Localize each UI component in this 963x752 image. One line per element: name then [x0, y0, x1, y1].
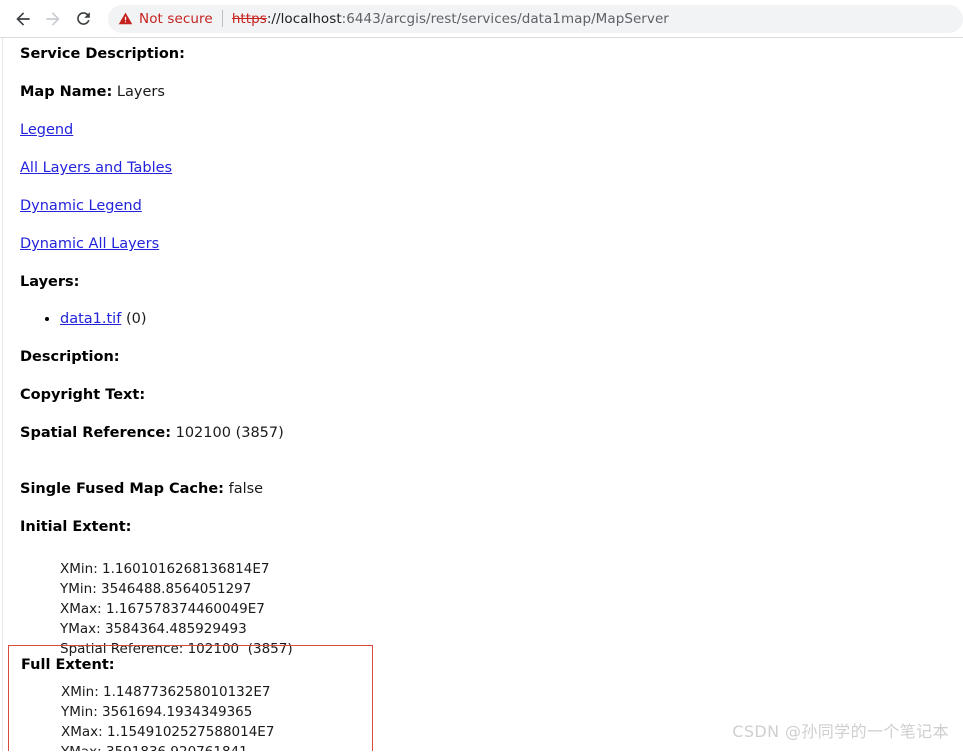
- description-label: Description:: [20, 349, 120, 366]
- single-fused-map-cache-label: Single Fused Map Cache:: [20, 481, 224, 498]
- full-extent-ymin: YMin: 3561694.1934349365: [61, 703, 253, 720]
- spatial-reference-value: 102100 (3857): [175, 425, 284, 442]
- url-path: :6443/arcgis/rest/services/data1map/MapS…: [341, 10, 669, 27]
- initial-extent-xmax: XMax: 1.167578374460049E7: [60, 601, 265, 618]
- omnibox-divider: [221, 10, 223, 27]
- spatial-reference-label: Spatial Reference:: [20, 425, 171, 442]
- dynamic-all-layers-link-row: Dynamic All Layers: [20, 234, 963, 255]
- initial-extent-label: Initial Extent:: [20, 519, 132, 536]
- layer-link-data1-tif[interactable]: data1.tif: [60, 311, 121, 327]
- description-heading: Description:: [20, 347, 963, 368]
- layers-heading: Layers:: [20, 272, 963, 293]
- copyright-text-heading: Copyright Text:: [20, 385, 963, 406]
- map-name-value: Layers: [116, 84, 165, 101]
- page-viewport: Service Description: Map Name: Layers Le…: [0, 38, 963, 751]
- full-extent-heading: Full Extent:: [21, 657, 372, 673]
- full-extent-label: Full Extent:: [21, 657, 115, 673]
- back-button[interactable]: [8, 4, 38, 34]
- dynamic-legend-link[interactable]: Dynamic Legend: [20, 198, 142, 214]
- forward-arrow-icon: [46, 11, 60, 26]
- initial-extent-heading: Initial Extent:: [20, 517, 963, 538]
- dynamic-all-layers-link[interactable]: Dynamic All Layers: [20, 236, 159, 252]
- security-status-chip[interactable]: Not secure: [118, 11, 222, 27]
- layers-list: data1.tif (0): [20, 309, 963, 330]
- full-extent-highlight-box: Full Extent: XMin: 1.1487736258010132E7 …: [8, 645, 373, 751]
- back-arrow-icon: [16, 11, 30, 26]
- address-bar[interactable]: Not secure https://localhost:6443/arcgis…: [108, 4, 963, 33]
- initial-extent-ymax: YMax: 3584364.485929493: [60, 621, 247, 638]
- list-item: data1.tif (0): [60, 309, 963, 330]
- service-description-label: Service Description:: [20, 46, 185, 62]
- initial-extent-ymin: YMin: 3546488.8564051297: [60, 581, 252, 598]
- full-extent-xmin: XMin: 1.1487736258010132E7: [61, 684, 271, 700]
- service-description-document: Service Description: Map Name: Layers Le…: [0, 38, 963, 660]
- all-layers-and-tables-link-row: All Layers and Tables: [20, 158, 963, 179]
- full-extent-values: XMin: 1.1487736258010132E7 YMin: 3561694…: [21, 681, 372, 751]
- copyright-text-label: Copyright Text:: [20, 387, 146, 404]
- legend-link-row: Legend: [20, 120, 963, 141]
- layers-label: Layers:: [20, 274, 80, 291]
- single-fused-map-cache-row: Single Fused Map Cache: false: [20, 479, 963, 500]
- spatial-reference-row: Spatial Reference: 102100 (3857): [20, 423, 963, 444]
- layer-id: (0): [125, 311, 147, 328]
- browser-toolbar: Not secure https://localhost:6443/arcgis…: [0, 0, 963, 38]
- dynamic-legend-link-row: Dynamic Legend: [20, 196, 963, 217]
- legend-link[interactable]: Legend: [20, 122, 73, 138]
- url-text[interactable]: https://localhost:6443/arcgis/rest/servi…: [232, 11, 669, 27]
- warning-triangle-icon: [118, 12, 133, 25]
- full-extent-xmax: XMax: 1.1549102527588014E7: [61, 723, 275, 740]
- url-scheme: https: [231, 10, 267, 27]
- watermark: CSDN @孙同学的一个笔记本: [732, 722, 949, 741]
- reload-icon: [76, 12, 90, 25]
- reload-button[interactable]: [68, 4, 98, 34]
- forward-button[interactable]: [38, 4, 68, 34]
- all-layers-and-tables-link[interactable]: All Layers and Tables: [20, 160, 172, 176]
- map-name-row: Map Name: Layers: [20, 82, 963, 103]
- single-fused-map-cache-value: false: [228, 481, 264, 498]
- security-status-label: Not secure: [139, 10, 213, 27]
- url-host: ://localhost: [266, 10, 342, 27]
- service-description-heading: Service Description:: [20, 44, 963, 65]
- full-extent-ymax: YMax: 3591836.920761841: [61, 743, 372, 751]
- map-name-label: Map Name:: [20, 84, 113, 101]
- initial-extent-xmin: XMin: 1.1601016268136814E7: [60, 561, 270, 578]
